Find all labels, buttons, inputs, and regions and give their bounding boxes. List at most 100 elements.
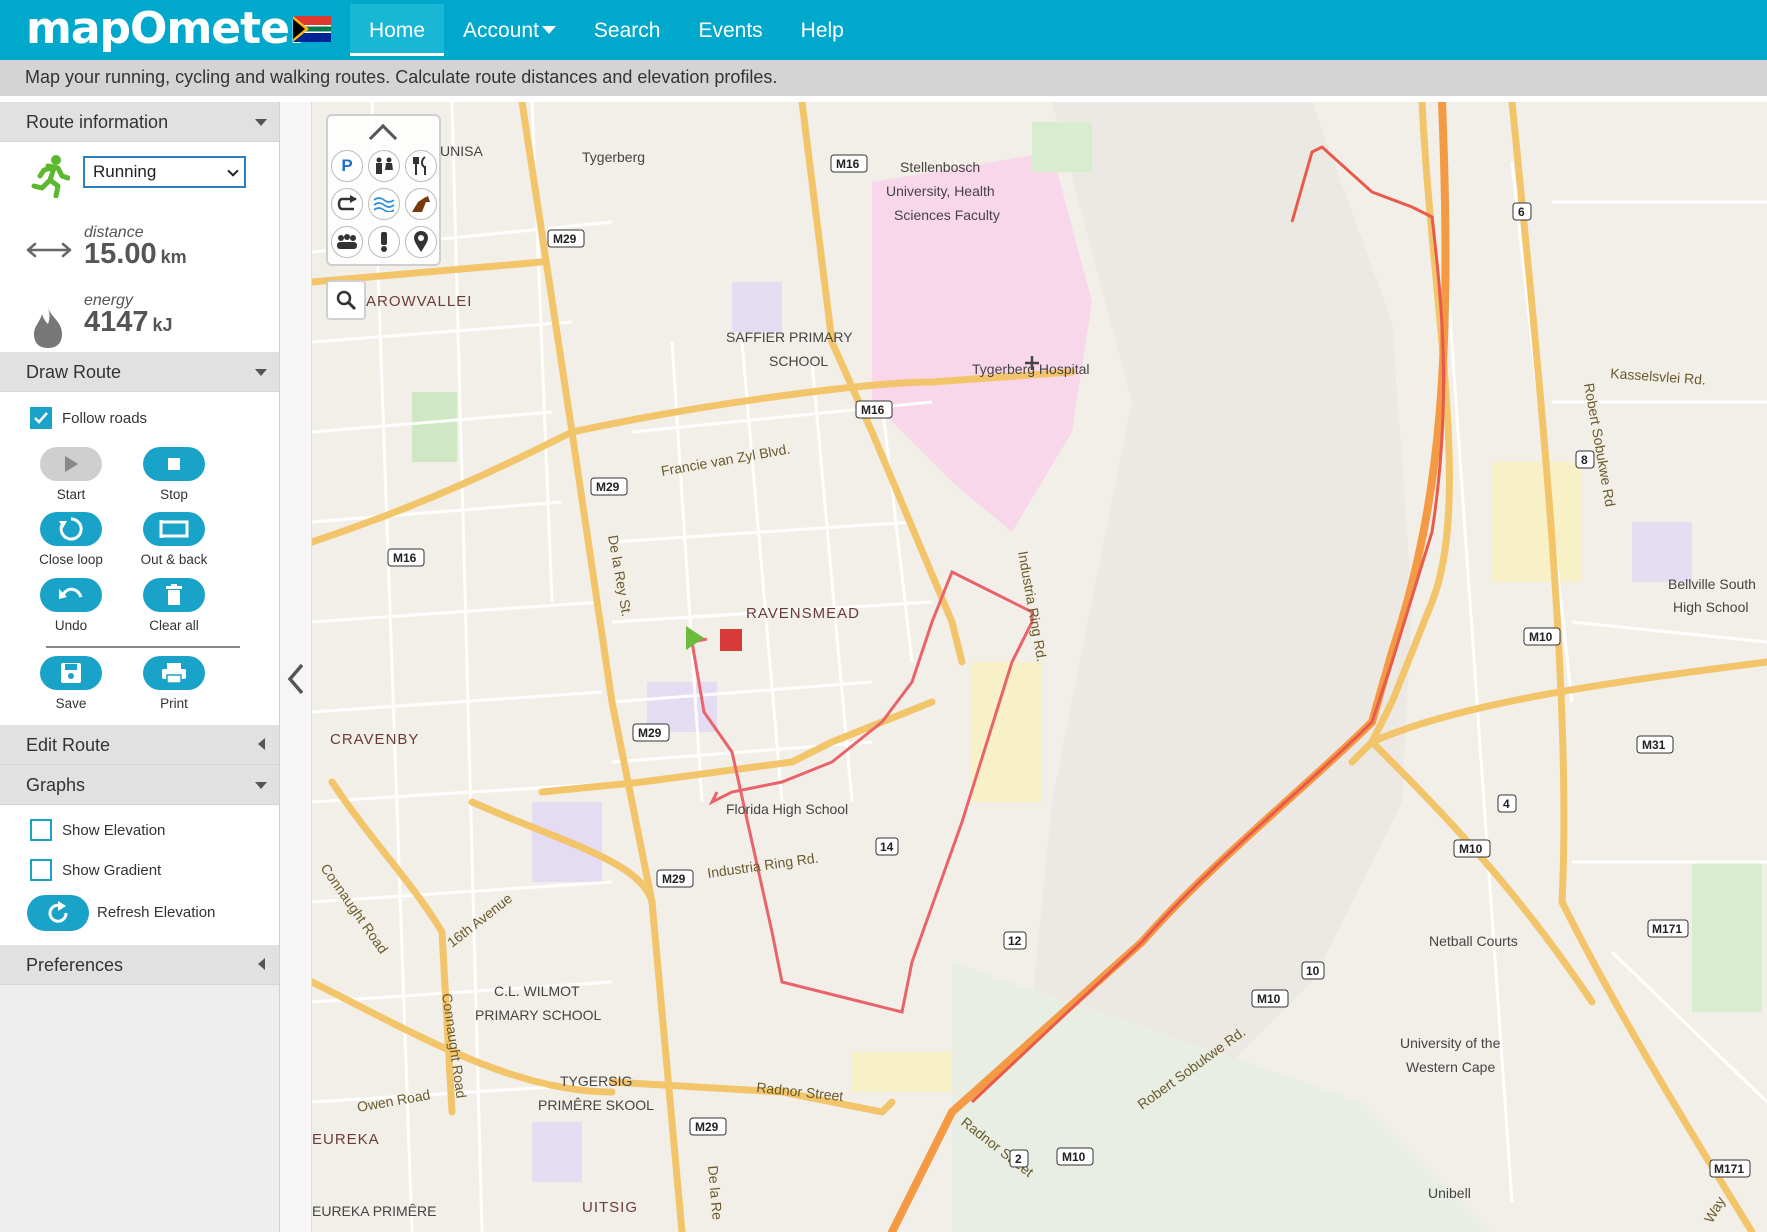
triangle-down-icon xyxy=(255,369,267,376)
activity-select-value: Running xyxy=(93,162,157,181)
triangle-down-icon xyxy=(255,119,267,126)
group-icon[interactable] xyxy=(331,226,363,258)
save-label: Save xyxy=(55,696,87,711)
road-shield: M29 xyxy=(547,229,585,248)
road-shield-label: 6 xyxy=(1518,205,1525,219)
divider xyxy=(46,646,240,648)
warning-icon[interactable] xyxy=(368,226,400,258)
map-label-stellenbosch: Stellenbosch xyxy=(900,159,980,175)
road-shield: 12 xyxy=(1003,931,1027,950)
road-shield: M10 xyxy=(1453,839,1491,858)
route-information-title: Route information xyxy=(26,112,169,132)
road-shield: M29 xyxy=(689,1117,727,1136)
refresh-icon xyxy=(48,901,68,923)
graphs-panel: Show Elevation Show Gradient Refresh Ele… xyxy=(0,805,279,945)
road-shield: M10 xyxy=(1251,989,1289,1008)
preferences-title: Preferences xyxy=(26,955,124,975)
show-gradient-checkbox[interactable] xyxy=(30,859,52,881)
chevron-up-icon[interactable] xyxy=(368,123,398,153)
show-gradient-row: Show Gradient xyxy=(30,859,161,881)
chevron-left-icon xyxy=(287,663,304,695)
floppy-disk-icon xyxy=(61,663,81,683)
nav-account[interactable]: Account xyxy=(444,4,575,56)
clear-all-label: Clear all xyxy=(149,618,199,633)
stop-icon xyxy=(168,458,180,470)
map-label-florida-high-school: Florida High School xyxy=(726,801,848,817)
graphs-header[interactable]: Graphs xyxy=(0,765,279,805)
map-canvas[interactable]: UNISA Tygerberg Stellenbosch University,… xyxy=(312,102,1767,1232)
play-icon xyxy=(65,456,78,472)
route-information-panel: Running distance 15.00 km energy 4147 kJ xyxy=(0,142,279,352)
water-icon[interactable] xyxy=(368,188,400,220)
turn-icon[interactable] xyxy=(331,188,363,220)
site-logo[interactable]: mapOmeter xyxy=(26,6,311,52)
road-shield: 2 xyxy=(1009,1149,1029,1168)
edit-route-header[interactable]: Edit Route xyxy=(0,725,279,765)
map-label-ravensmead: RAVENSMEAD xyxy=(746,605,860,622)
road-shield: 14 xyxy=(875,837,899,856)
start-button[interactable] xyxy=(40,447,102,481)
location-pin-icon[interactable] xyxy=(405,226,437,258)
close-loop-button[interactable] xyxy=(40,512,102,546)
graphs-title: Graphs xyxy=(26,775,86,795)
stop-button[interactable] xyxy=(143,447,205,481)
south-africa-flag-icon[interactable] xyxy=(293,16,331,42)
road-shield-label: 14 xyxy=(880,840,894,854)
end-marker[interactable] xyxy=(720,629,742,651)
map-label-saffier-2: SCHOOL xyxy=(769,353,828,369)
road-shield-label: 12 xyxy=(1008,934,1022,948)
road-shield-label: M29 xyxy=(596,480,620,494)
nav-search[interactable]: Search xyxy=(575,4,680,56)
route-information-header[interactable]: Route information xyxy=(0,102,279,142)
chevron-down-icon xyxy=(227,165,239,177)
main-nav: Home Account Search Events Help xyxy=(350,4,863,56)
clear-all-button[interactable] xyxy=(143,578,205,612)
show-elevation-checkbox[interactable] xyxy=(30,819,52,841)
map-label-stellenbosch-2: University, Health xyxy=(886,183,995,199)
map-label-bellville-south: Bellville South xyxy=(1668,576,1756,592)
draw-route-header[interactable]: Draw Route xyxy=(0,352,279,392)
map-label-netball-courts: Netball Courts xyxy=(1429,933,1518,949)
follow-roads-checkbox[interactable] xyxy=(30,407,52,429)
refresh-elevation-button[interactable] xyxy=(27,895,89,931)
nav-events[interactable]: Events xyxy=(679,4,781,56)
map-label-bellville-south-2: High School xyxy=(1673,599,1749,615)
horse-icon[interactable] xyxy=(405,188,437,220)
parking-icon[interactable]: P xyxy=(331,150,363,182)
road-shield-label: 10 xyxy=(1306,964,1320,978)
road-shield-label: 4 xyxy=(1503,797,1510,811)
road-shield-label: M10 xyxy=(1459,842,1483,856)
print-button[interactable] xyxy=(143,656,205,690)
road-shield: M16 xyxy=(855,400,893,419)
refresh-elevation-label: Refresh Elevation xyxy=(97,904,216,921)
road-shield: M16 xyxy=(387,548,425,567)
map-label-stellenbosch-3: Sciences Faculty xyxy=(894,207,1000,223)
road-shield-label: M16 xyxy=(393,551,417,565)
map-label-tygersig: TYGERSIG xyxy=(560,1073,632,1089)
map-svg[interactable]: UNISA Tygerberg Stellenbosch University,… xyxy=(312,102,1767,1232)
out-and-back-icon xyxy=(159,520,189,538)
road-shield: M171 xyxy=(1709,1159,1751,1178)
activity-select[interactable]: Running xyxy=(83,156,246,188)
sidebar-collapse-handle[interactable] xyxy=(280,102,312,1232)
undo-button[interactable] xyxy=(40,578,102,612)
road-shield-label: M10 xyxy=(1529,630,1553,644)
distance-value: 15.00 km xyxy=(84,238,187,271)
restaurant-icon[interactable] xyxy=(405,150,437,182)
out-back-button[interactable] xyxy=(143,512,205,546)
road-shield-label: 8 xyxy=(1581,453,1588,467)
toilets-icon[interactable] xyxy=(368,150,400,182)
road-shield-label: M29 xyxy=(638,726,662,740)
close-loop-label: Close loop xyxy=(39,552,103,567)
draw-route-title: Draw Route xyxy=(26,362,122,382)
nav-home[interactable]: Home xyxy=(350,4,445,56)
map-search-button[interactable] xyxy=(326,280,366,320)
nav-help[interactable]: Help xyxy=(782,4,863,56)
save-button[interactable] xyxy=(40,656,102,690)
map-label-eureka: EUREKA xyxy=(312,1131,380,1148)
road-shield: M31 xyxy=(1636,735,1674,754)
print-label: Print xyxy=(160,696,188,711)
road-shield-label: M16 xyxy=(861,403,885,417)
road-shield-label: M29 xyxy=(662,872,686,886)
preferences-header[interactable]: Preferences xyxy=(0,945,279,985)
